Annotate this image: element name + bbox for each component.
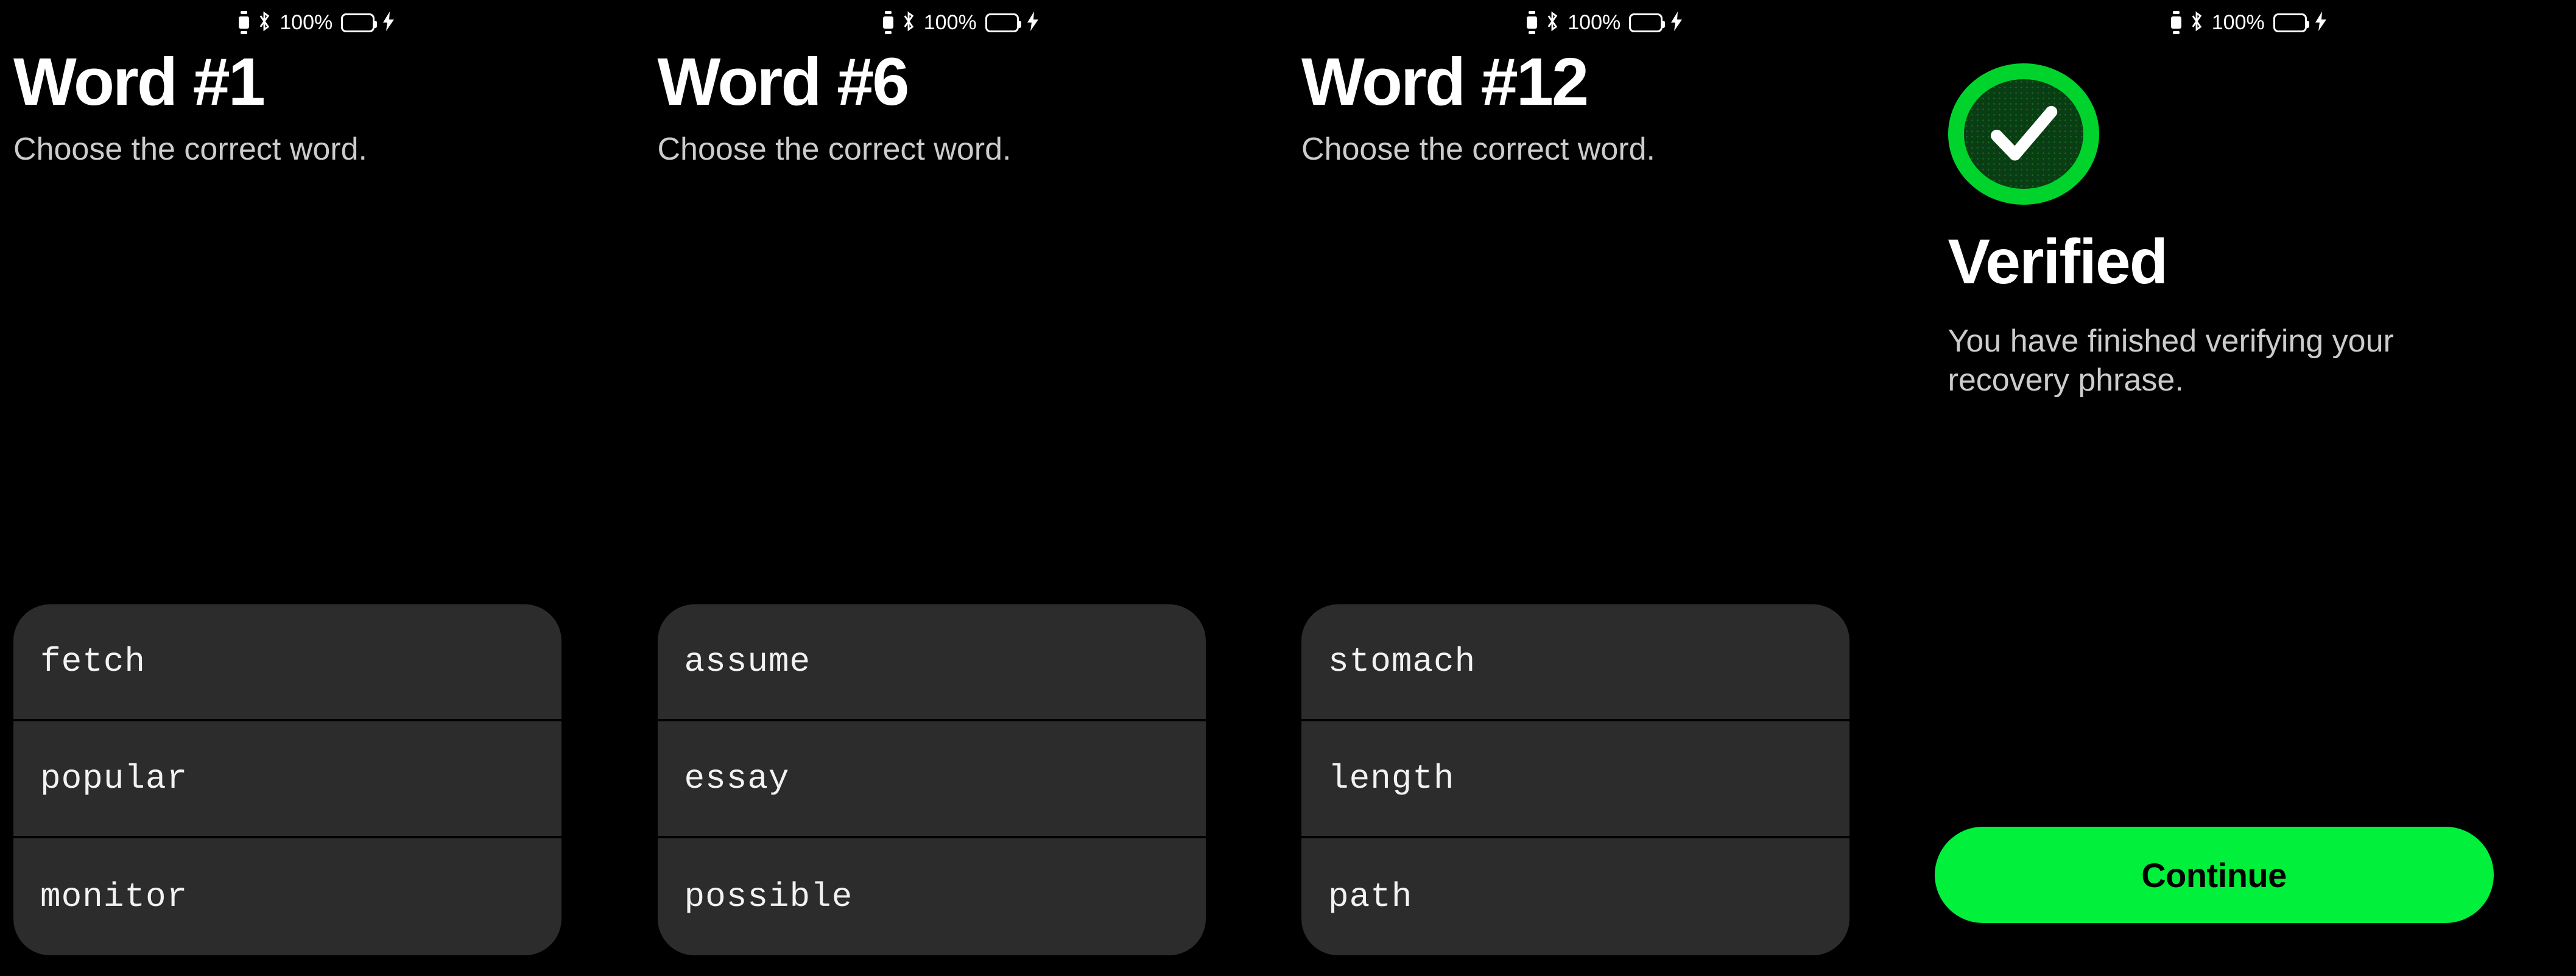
battery-icon bbox=[2273, 13, 2309, 32]
word-choice-option[interactable]: fetch bbox=[13, 604, 561, 721]
status-bar: 100% bbox=[1288, 9, 1932, 37]
word-choice-option[interactable]: path bbox=[1301, 838, 1849, 955]
screen-word-1: 100% Word #1 Choose the correct word. fe… bbox=[0, 0, 644, 976]
verified-title: Verified bbox=[1948, 227, 2169, 297]
battery-icon bbox=[985, 13, 1021, 32]
page-header: Word #1 Choose the correct word. bbox=[13, 44, 626, 168]
watch-icon bbox=[1527, 11, 1538, 34]
word-choice-option[interactable]: stomach bbox=[1301, 604, 1849, 721]
charging-bolt-icon bbox=[1671, 11, 1683, 34]
battery-icon bbox=[341, 13, 378, 32]
charging-bolt-icon bbox=[383, 11, 395, 34]
checkmark-icon bbox=[1990, 105, 2057, 161]
word-choice-option[interactable]: length bbox=[1301, 721, 1849, 838]
charging-bolt-icon bbox=[2315, 11, 2326, 34]
battery-percent-label: 100% bbox=[923, 11, 977, 34]
word-choice-list: assume essay possible bbox=[657, 604, 1206, 955]
page-title: Word #1 bbox=[13, 44, 266, 119]
bluetooth-icon bbox=[1546, 11, 1559, 35]
bluetooth-icon bbox=[902, 11, 915, 35]
word-choice-list: stomach length path bbox=[1301, 604, 1849, 955]
battery-percent-label: 100% bbox=[1568, 11, 1621, 34]
watch-icon bbox=[239, 11, 250, 34]
screen-word-6: 100% Word #6 Choose the correct word. as… bbox=[644, 0, 1289, 976]
battery-percent-label: 100% bbox=[280, 11, 333, 34]
status-bar: 100% bbox=[1932, 9, 2576, 37]
page-title: Word #6 bbox=[657, 44, 910, 119]
bluetooth-icon bbox=[2190, 11, 2203, 35]
page-title: Word #12 bbox=[1301, 44, 1589, 119]
watch-icon bbox=[882, 11, 893, 34]
page-header: Word #6 Choose the correct word. bbox=[657, 44, 1270, 168]
page-subtitle: Choose the correct word. bbox=[13, 132, 367, 167]
watch-icon bbox=[2170, 11, 2181, 34]
word-choice-option[interactable]: essay bbox=[657, 721, 1206, 838]
page-subtitle: Choose the correct word. bbox=[1301, 132, 1655, 167]
screen-verified: 100% Verified You have finished verifyin… bbox=[1932, 0, 2576, 976]
check-circle-icon bbox=[1948, 63, 2099, 205]
bluetooth-icon bbox=[258, 11, 271, 35]
page-header: Word #12 Choose the correct word. bbox=[1301, 44, 1914, 168]
word-choice-option[interactable]: assume bbox=[657, 604, 1206, 721]
page-subtitle: Choose the correct word. bbox=[657, 132, 1012, 167]
status-bar: 100% bbox=[0, 9, 644, 37]
word-choice-option[interactable]: monitor bbox=[13, 838, 561, 955]
continue-button[interactable]: Continue bbox=[1934, 827, 2494, 923]
word-choice-option[interactable]: possible bbox=[657, 838, 1206, 955]
word-choice-list: fetch popular monitor bbox=[13, 604, 561, 955]
battery-icon bbox=[1629, 13, 1666, 32]
battery-percent-label: 100% bbox=[2211, 11, 2265, 34]
verified-subtitle: You have finished verifying your recover… bbox=[1948, 324, 2394, 398]
word-choice-option[interactable]: popular bbox=[13, 721, 561, 838]
screen-word-12: 100% Word #12 Choose the correct word. s… bbox=[1288, 0, 1932, 976]
watch-screens-filmstrip: 100% Word #1 Choose the correct word. fe… bbox=[0, 0, 2576, 976]
charging-bolt-icon bbox=[1027, 11, 1038, 34]
status-bar: 100% bbox=[644, 9, 1289, 37]
